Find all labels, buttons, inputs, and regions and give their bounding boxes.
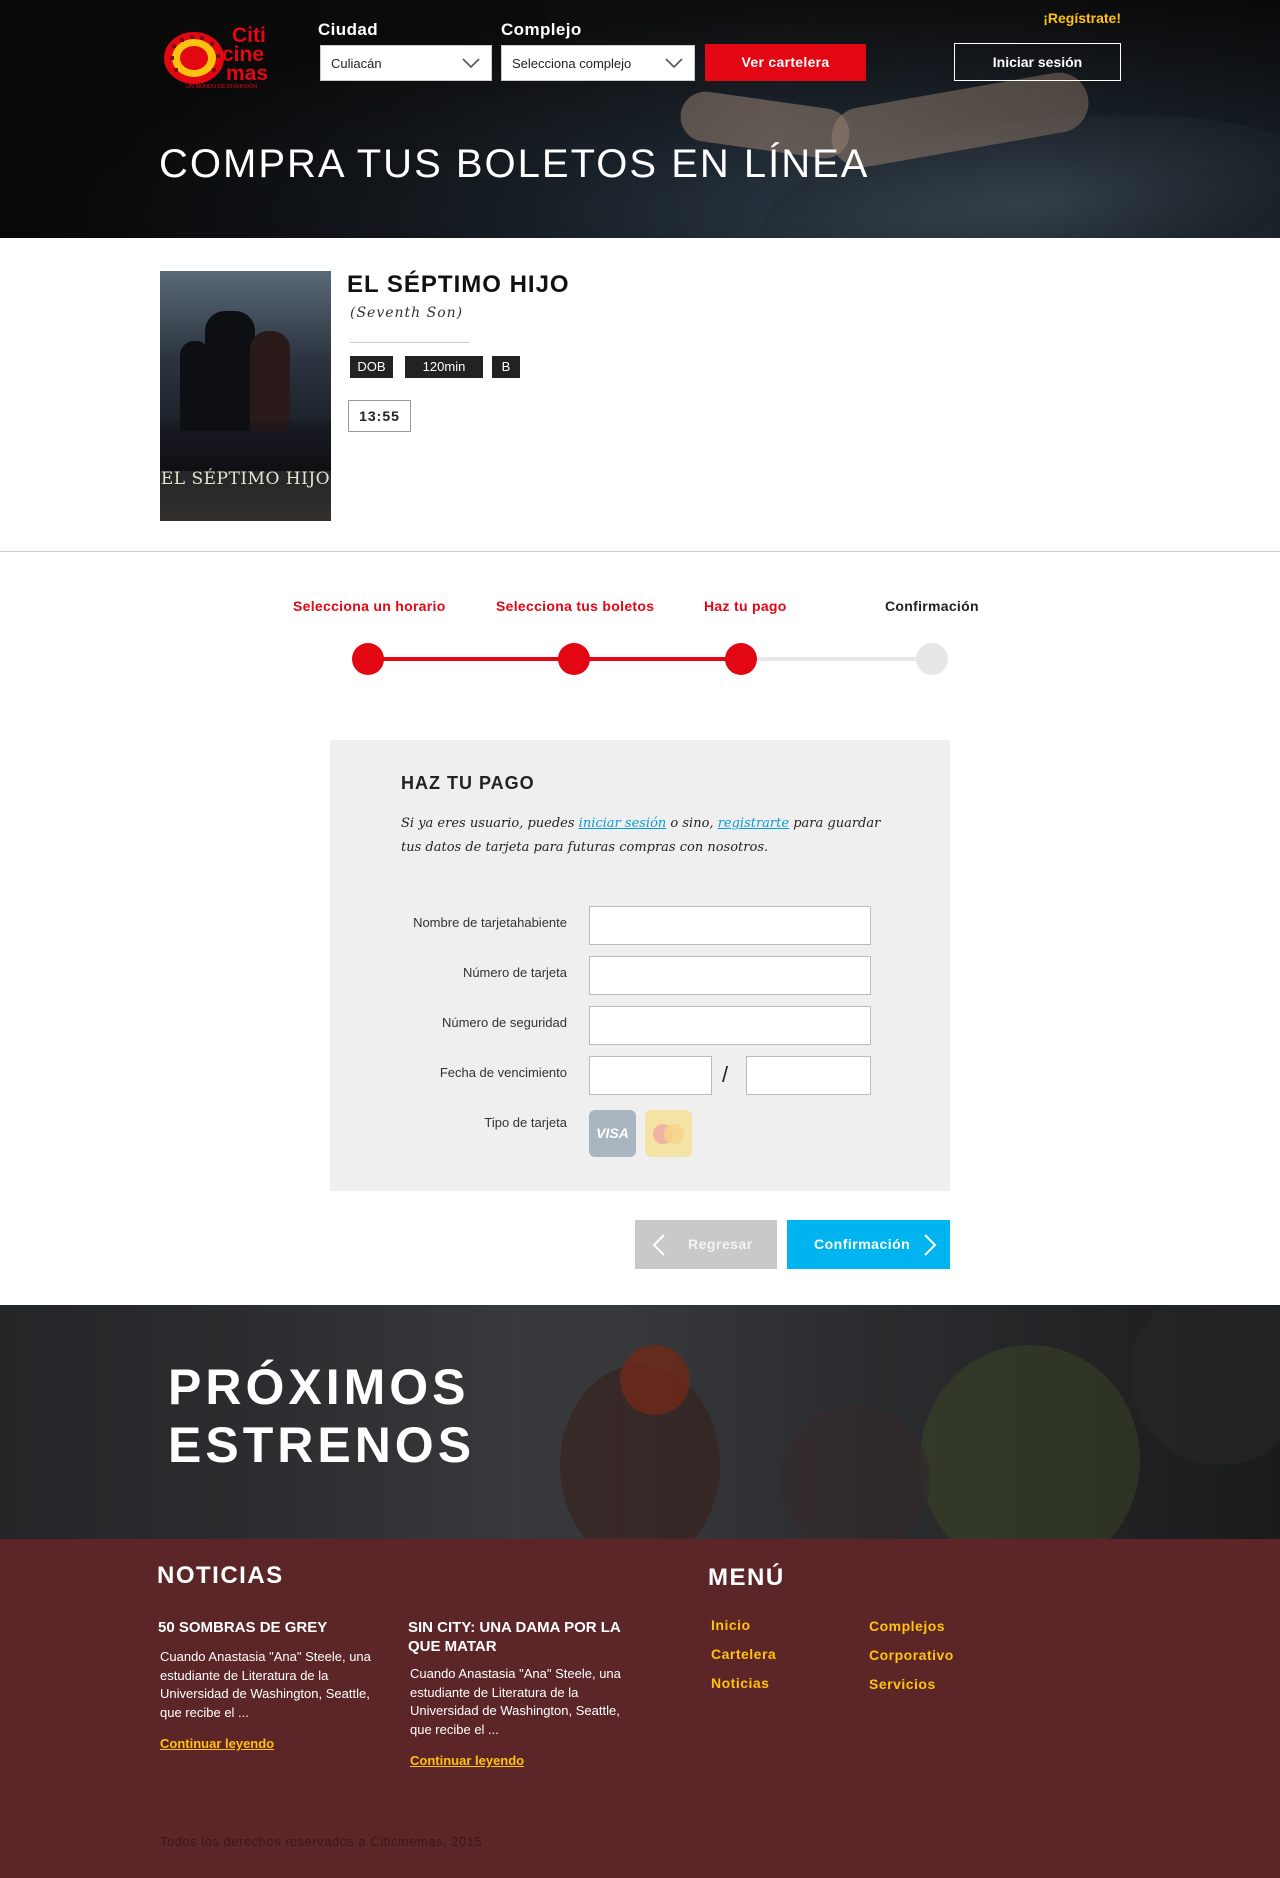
step-dot-tickets: [558, 643, 590, 675]
chevron-left-icon: [652, 1234, 665, 1256]
card-number-label: Número de tarjeta: [462, 965, 567, 980]
card-number-input[interactable]: [589, 956, 871, 995]
complex-select[interactable]: Selecciona complejo: [501, 45, 695, 81]
city-select[interactable]: Culiacán: [320, 45, 492, 81]
menu-item-noticias[interactable]: Noticias: [711, 1675, 769, 1691]
step-dot-confirmation: [916, 643, 948, 675]
cardholder-label: Nombre de tarjetahabiente: [413, 915, 567, 930]
complex-label: Complejo: [501, 20, 582, 39]
step-dot-payment: [725, 643, 757, 675]
read-more-link[interactable]: Continuar leyendo: [160, 1736, 274, 1751]
poster-ground: [160, 421, 331, 471]
security-code-input[interactable]: [589, 1006, 871, 1045]
poster-title: EL SÉPTIMO HIJO: [160, 469, 331, 489]
divider: [350, 342, 469, 343]
visa-icon-label: VISA: [596, 1125, 629, 1141]
back-button-label: Regresar: [688, 1236, 753, 1252]
poster-figure: [250, 331, 290, 431]
chevron-down-icon: [665, 58, 683, 69]
payment-intro-text: o sino,: [666, 816, 718, 831]
menu-item-servicios[interactable]: Servicios: [869, 1676, 936, 1692]
citicinemas-logo[interactable]: Citi cine mas UN MUNDO DE DIVERSIÓN: [160, 18, 292, 90]
upcoming-title: PRÓXIMOS ESTRENOS: [168, 1359, 476, 1473]
showtime-chip[interactable]: 13:55: [348, 400, 411, 432]
duration-badge: 120min: [405, 356, 483, 378]
security-code-label: Número de seguridad: [441, 1015, 567, 1030]
rating-badge: B: [492, 356, 520, 378]
step-label-schedule: Selecciona un horario: [293, 598, 446, 614]
expiry-separator: /: [722, 1062, 729, 1087]
stepper-track: [741, 657, 933, 661]
menu-heading: MENÚ: [708, 1564, 785, 1591]
page-title: COMPRA TUS BOLETOS EN LÍNEA: [159, 142, 870, 186]
city-select-value: Culiacán: [331, 56, 382, 71]
chevron-right-icon: [924, 1234, 937, 1256]
step-label-confirmation: Confirmación: [885, 598, 979, 614]
menu-item-corporativo[interactable]: Corporativo: [869, 1647, 954, 1663]
news-excerpt: Cuando Anastasia "Ana" Steele, una estud…: [160, 1649, 371, 1720]
login-link[interactable]: iniciar sesión: [579, 816, 667, 831]
movie-title: EL SÉPTIMO HIJO: [347, 271, 570, 298]
news-excerpt: Cuando Anastasia "Ana" Steele, una estud…: [410, 1666, 621, 1737]
cardholder-input[interactable]: [589, 906, 871, 945]
register-link[interactable]: ¡Regístrate!: [1043, 10, 1121, 26]
step-label-tickets: Selecciona tus boletos: [496, 598, 655, 614]
poster-figure: [180, 341, 210, 431]
confirm-button[interactable]: Confirmación: [787, 1220, 950, 1269]
svg-text:mas: mas: [226, 62, 268, 85]
step-dot-schedule: [352, 643, 384, 675]
movie-original-title: (Seventh Son): [350, 305, 464, 321]
menu-item-cartelera[interactable]: Cartelera: [711, 1646, 776, 1662]
back-button[interactable]: Regresar: [635, 1220, 777, 1269]
stepper-progress: [366, 657, 741, 661]
mastercard-circles: [653, 1124, 684, 1144]
login-button[interactable]: Iniciar sesión: [954, 43, 1121, 81]
mastercard-icon[interactable]: [645, 1110, 692, 1157]
complex-select-value: Selecciona complejo: [512, 56, 632, 71]
news-title[interactable]: 50 SOMBRAS DE GREY: [158, 1618, 388, 1637]
card-type-label: Tipo de tarjeta: [484, 1115, 567, 1130]
news-title[interactable]: SIN CITY: UNA DAMA POR LA QUE MATAR: [408, 1618, 633, 1656]
payment-intro: Si ya eres usuario, puedes iniciar sesió…: [401, 812, 881, 860]
menu-item-complejos[interactable]: Complejos: [869, 1618, 945, 1634]
payment-intro-text: Si ya eres usuario, puedes: [401, 816, 579, 831]
visa-icon[interactable]: VISA: [589, 1110, 636, 1157]
register-link-inline[interactable]: registrarte: [718, 816, 789, 831]
section-divider: [0, 551, 1280, 552]
expiry-label: Fecha de vencimiento: [439, 1065, 567, 1080]
step-label-payment: Haz tu pago: [704, 598, 787, 614]
city-label: Ciudad: [318, 20, 379, 39]
language-badge: DOB: [350, 356, 393, 378]
view-listings-button[interactable]: Ver cartelera: [705, 44, 866, 81]
confirm-button-label: Confirmación: [814, 1236, 911, 1252]
movie-poster: EL SÉPTIMO HIJO: [160, 271, 331, 521]
news-heading: NOTICIAS: [157, 1562, 284, 1589]
expiry-year-input[interactable]: [746, 1056, 871, 1095]
expiry-month-input[interactable]: [589, 1056, 712, 1095]
svg-text:UN MUNDO DE DIVERSIÓN: UN MUNDO DE DIVERSIÓN: [186, 83, 257, 90]
chevron-down-icon: [462, 58, 480, 69]
poster-figure: [205, 311, 255, 431]
payment-title: HAZ TU PAGO: [401, 773, 535, 793]
read-more-link[interactable]: Continuar leyendo: [410, 1753, 524, 1768]
menu-item-inicio[interactable]: Inicio: [711, 1617, 751, 1633]
copyright: Todos los derechos reservados a Citicine…: [160, 1834, 483, 1849]
